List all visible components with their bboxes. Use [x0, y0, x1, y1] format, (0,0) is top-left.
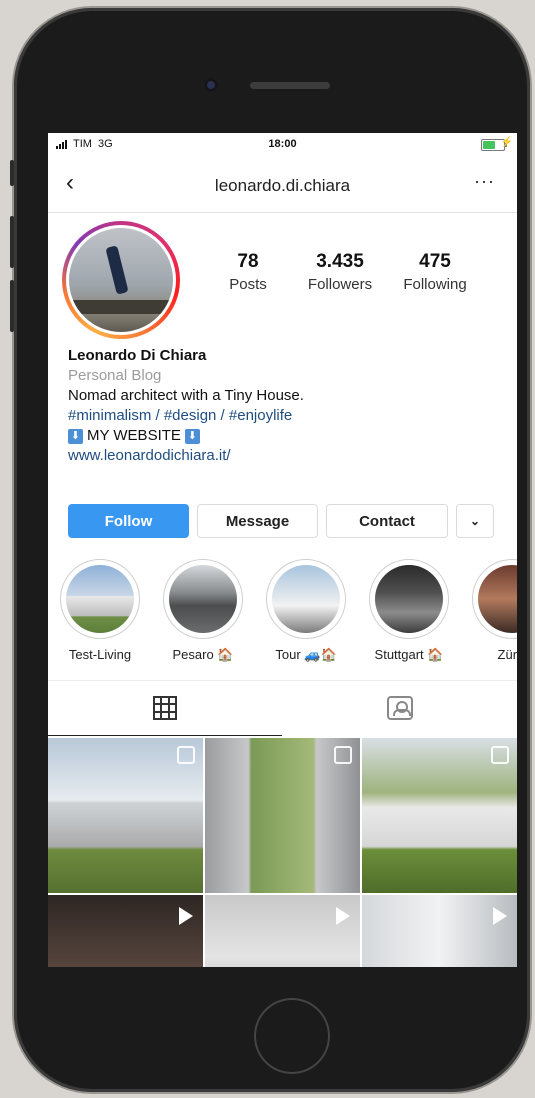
post-thumbnail[interactable]: [205, 738, 360, 893]
post-thumbnail[interactable]: [362, 895, 517, 967]
highlight-item[interactable]: Test-Living: [60, 559, 140, 663]
highlight-label: Tour 🚙🏠: [275, 647, 337, 662]
website-link[interactable]: www.leonardodichiara.it/: [68, 446, 517, 466]
profile-tabs: [48, 680, 517, 736]
bio-hashtags[interactable]: #minimalism / #design / #enjoylife: [68, 406, 517, 426]
highlight-label: Züric: [497, 647, 517, 662]
highlight-cover: [66, 565, 134, 633]
profile-header: ‹ leonardo.di.chiara ···: [48, 157, 517, 213]
post-thumbnail[interactable]: [48, 738, 203, 893]
story-ring[interactable]: [62, 221, 180, 339]
avatar-roof: [69, 300, 173, 314]
profile-actions: Follow Message Contact ⌄: [68, 504, 494, 538]
down-arrow-icon: ⬇: [68, 428, 83, 444]
charging-icon: ⚡: [500, 137, 513, 148]
stat-followers[interactable]: 3.435 Followers: [290, 251, 390, 293]
more-icon[interactable]: ···: [474, 171, 495, 192]
profile-bio: Leonardo Di Chiara Personal Blog Nomad a…: [48, 346, 517, 466]
follow-button[interactable]: Follow: [68, 504, 189, 538]
highlight-ring: [60, 559, 140, 639]
highlight-label: Stuttgart 🏠: [374, 647, 444, 662]
post-thumbnail[interactable]: [205, 895, 360, 967]
grid-icon: [153, 696, 177, 720]
bio-website-line: ⬇ MY WEBSITE ⬇: [68, 426, 517, 446]
status-bar: TIM 3G 18:00 ⚡: [48, 133, 517, 157]
battery-level: [483, 141, 495, 149]
stat-following[interactable]: 475 Following: [390, 251, 480, 293]
highlight-cover: [272, 565, 340, 633]
earpiece: [250, 82, 330, 89]
highlight-ring: [369, 559, 449, 639]
posts-grid: [48, 738, 517, 967]
suggested-dropdown-button[interactable]: ⌄: [456, 504, 494, 538]
highlight-cover: [375, 565, 443, 633]
username-title: leonardo.di.chiara: [214, 176, 351, 195]
profile-stats: 78 Posts 3.435 Followers 475 Following: [212, 251, 480, 293]
stat-label: Posts: [229, 276, 267, 293]
highlight-item[interactable]: Stuttgart 🏠: [369, 559, 449, 663]
post-thumbnail[interactable]: [362, 738, 517, 893]
contact-button[interactable]: Contact: [326, 504, 448, 538]
tagged-icon: [387, 696, 413, 720]
highlight-cover: [478, 565, 517, 633]
message-button[interactable]: Message: [197, 504, 318, 538]
instagram-profile-screen: TIM 3G 18:00 ⚡ ‹ leonardo.di.chiara ··· …: [48, 133, 517, 967]
video-icon: [493, 907, 507, 925]
story-highlights: Test-Living Pesaro 🏠 Tour 🚙🏠 Stuttgart 🏠…: [60, 559, 517, 663]
stat-posts[interactable]: 78 Posts: [212, 251, 284, 293]
profile-category: Personal Blog: [68, 367, 162, 384]
tab-grid[interactable]: [48, 681, 282, 736]
mute-switch: [10, 160, 14, 186]
highlight-label: Pesaro 🏠: [172, 647, 234, 662]
highlight-ring: [472, 559, 517, 639]
chevron-down-icon: ⌄: [469, 514, 481, 528]
stat-value: 475: [419, 251, 451, 272]
highlight-item[interactable]: Züric: [472, 559, 517, 663]
carousel-icon: [491, 746, 509, 764]
video-icon: [179, 907, 193, 925]
highlight-label: Test-Living: [68, 647, 132, 662]
down-arrow-icon: ⬇: [184, 428, 200, 444]
home-button[interactable]: [254, 998, 330, 1074]
stat-label: Following: [403, 276, 467, 293]
tab-tagged[interactable]: [283, 681, 517, 735]
highlight-cover: [169, 565, 237, 633]
profile-summary: 78 Posts 3.435 Followers 475 Following: [48, 213, 517, 346]
video-icon: [336, 907, 350, 925]
display-name: Leonardo Di Chiara: [68, 347, 207, 364]
highlight-item[interactable]: Tour 🚙🏠: [266, 559, 346, 663]
front-camera: [204, 78, 218, 92]
avatar: [66, 225, 176, 335]
stat-value: 78: [237, 251, 259, 272]
carousel-icon: [334, 746, 352, 764]
volume-down-button: [10, 280, 14, 332]
highlight-item[interactable]: Pesaro 🏠: [163, 559, 243, 663]
highlight-ring: [266, 559, 346, 639]
bio-description: Nomad architect with a Tiny House.: [68, 387, 304, 404]
carousel-icon: [177, 746, 195, 764]
status-time: 18:00: [268, 138, 297, 150]
stat-value: 3.435: [316, 251, 364, 272]
website-label: MY WEBSITE: [87, 427, 181, 444]
stat-label: Followers: [307, 276, 373, 293]
post-thumbnail[interactable]: [48, 895, 203, 967]
avatar-image: [69, 228, 173, 332]
avatar-figure: [105, 245, 129, 295]
volume-up-button: [10, 216, 14, 268]
highlight-ring: [163, 559, 243, 639]
